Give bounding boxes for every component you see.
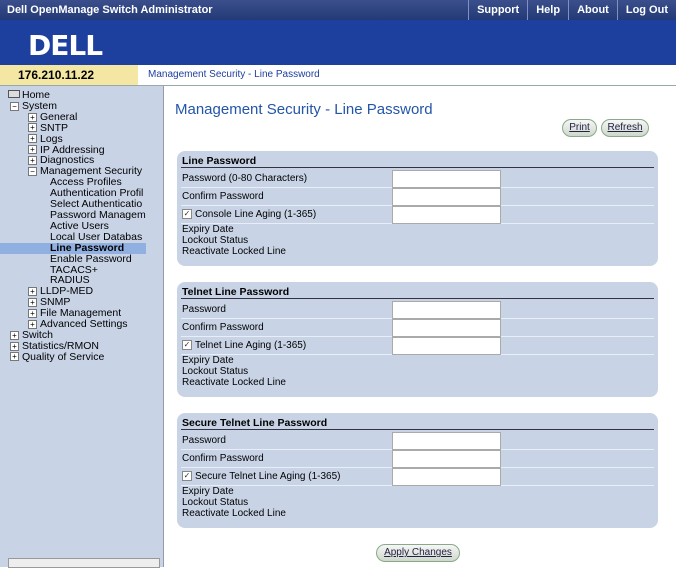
confirm-password-input[interactable] (392, 319, 501, 337)
dell-logo: DELL (28, 29, 103, 62)
sidebar: Home − System + General + SNTP + Logs + IP Ad… (0, 86, 164, 568)
aging-input[interactable] (392, 337, 501, 355)
aging-input[interactable] (392, 468, 501, 486)
expiry-label: Expiry Date (182, 355, 234, 366)
main-content: Management Security - Line Password Prin… (164, 86, 676, 567)
password-label: Password (182, 304, 226, 315)
ip-bar: 176.210.11.22 Management Security - Line… (0, 65, 676, 86)
telnet-line-password-panel: Telnet Line Password Password Confirm Pa… (177, 282, 658, 397)
expiry-label: Expiry Date (182, 224, 234, 235)
expand-icon[interactable]: + (28, 156, 37, 166)
expand-icon[interactable]: + (28, 308, 37, 318)
reactivate-row: Reactivate Locked Line (181, 508, 654, 519)
lockout-label: Lockout Status (182, 497, 249, 508)
password-row: Password (181, 432, 654, 450)
secure-telnet-line-password-panel: Secure Telnet Line Password Password Con… (177, 413, 658, 528)
expand-icon[interactable]: + (28, 287, 37, 297)
divider (181, 298, 654, 299)
refresh-button[interactable]: Refresh (601, 119, 649, 137)
top-links: Support Help About Log Out (468, 0, 676, 20)
password-row: Password (0-80 Characters) (181, 170, 654, 188)
logout-link[interactable]: Log Out (616, 0, 676, 20)
aging-row: ✓ Secure Telnet Line Aging (1-365) (181, 468, 654, 486)
support-link[interactable]: Support (468, 0, 527, 20)
aging-input[interactable] (392, 206, 501, 224)
panel-title: Line Password (182, 155, 257, 167)
expand-icon[interactable]: + (10, 341, 19, 351)
password-label: Password (182, 435, 226, 446)
aging-row: ✓ Telnet Line Aging (1-365) (181, 337, 654, 355)
expiry-label: Expiry Date (182, 486, 234, 497)
expand-icon[interactable]: + (28, 145, 37, 155)
nav-tree: Home − System + General + SNTP + Logs + IP Ad… (0, 90, 146, 363)
tree-item-enable-password[interactable]: Enable Password (8, 253, 146, 265)
confirm-row: Confirm Password (181, 319, 654, 337)
home-icon (8, 90, 20, 98)
password-row: Password (181, 301, 654, 319)
aging-checkbox[interactable]: ✓ (182, 340, 192, 351)
expand-icon[interactable]: + (10, 352, 19, 362)
lockout-row: Lockout Status (181, 366, 654, 377)
reactivate-row: Reactivate Locked Line (181, 377, 654, 388)
expand-icon[interactable]: + (10, 330, 19, 340)
divider (181, 167, 654, 168)
password-label: Password (0-80 Characters) (182, 173, 308, 184)
expand-icon[interactable]: + (28, 319, 37, 329)
confirm-password-input[interactable] (392, 450, 501, 468)
reactivate-label: Reactivate Locked Line (182, 377, 286, 388)
lockout-row: Lockout Status (181, 235, 654, 246)
expiry-row: Expiry Date (181, 486, 654, 497)
about-link[interactable]: About (568, 0, 617, 20)
expand-icon[interactable]: + (28, 123, 37, 133)
tree-item-general[interactable]: + General (8, 111, 146, 123)
collapse-icon[interactable]: − (10, 101, 19, 111)
print-button[interactable]: Print (562, 119, 597, 137)
aging-checkbox[interactable]: ✓ (182, 209, 192, 220)
expiry-row: Expiry Date (181, 355, 654, 366)
aging-label: ✓ Secure Telnet Line Aging (1-365) (182, 471, 341, 482)
tree-item-quality-of-service[interactable]: + Quality of Service (8, 351, 146, 363)
help-link[interactable]: Help (527, 0, 568, 20)
page-title: Management Security - Line Password (175, 101, 433, 118)
tree-item-line-password[interactable]: Line Password (0, 242, 146, 254)
password-input[interactable] (392, 170, 501, 188)
expiry-row: Expiry Date (181, 224, 654, 235)
app-title: Dell OpenManage Switch Administrator (7, 4, 213, 16)
reactivate-row: Reactivate Locked Line (181, 246, 654, 257)
panel-title: Telnet Line Password (182, 286, 290, 298)
expand-icon[interactable]: + (28, 297, 37, 307)
divider (181, 429, 654, 430)
breadcrumb: Management Security - Line Password (148, 69, 320, 80)
lockout-row: Lockout Status (181, 497, 654, 508)
apply-changes-button[interactable]: Apply Changes (376, 544, 460, 562)
top-bar: Dell OpenManage Switch Administrator Sup… (0, 0, 676, 20)
expand-icon[interactable]: + (28, 112, 37, 122)
ip-address: 176.210.11.22 (18, 68, 95, 82)
tree-item-sntp[interactable]: + SNTP (8, 122, 146, 134)
reactivate-label: Reactivate Locked Line (182, 508, 286, 519)
aging-label: ✓ Console Line Aging (1-365) (182, 209, 317, 220)
confirm-row: Confirm Password (181, 188, 654, 206)
confirm-label: Confirm Password (182, 322, 264, 333)
aging-label: ✓ Telnet Line Aging (1-365) (182, 340, 307, 351)
password-input[interactable] (392, 301, 501, 319)
confirm-password-input[interactable] (392, 188, 501, 206)
expand-icon[interactable]: + (28, 134, 37, 144)
password-input[interactable] (392, 432, 501, 450)
aging-checkbox[interactable]: ✓ (182, 471, 192, 482)
tree-item-lldp-med[interactable]: + LLDP-MED (8, 286, 146, 297)
lockout-label: Lockout Status (182, 235, 249, 246)
line-password-panel: Line Password Password (0-80 Characters)… (177, 151, 658, 266)
aging-row: ✓ Console Line Aging (1-365) (181, 206, 654, 224)
reactivate-label: Reactivate Locked Line (182, 246, 286, 257)
banner: DELL (0, 20, 676, 65)
confirm-label: Confirm Password (182, 191, 264, 202)
collapse-icon[interactable]: − (28, 167, 37, 177)
panel-title: Secure Telnet Line Password (182, 417, 328, 429)
confirm-label: Confirm Password (182, 453, 264, 464)
ip-box: 176.210.11.22 (0, 65, 138, 85)
confirm-row: Confirm Password (181, 450, 654, 468)
lockout-label: Lockout Status (182, 366, 249, 377)
